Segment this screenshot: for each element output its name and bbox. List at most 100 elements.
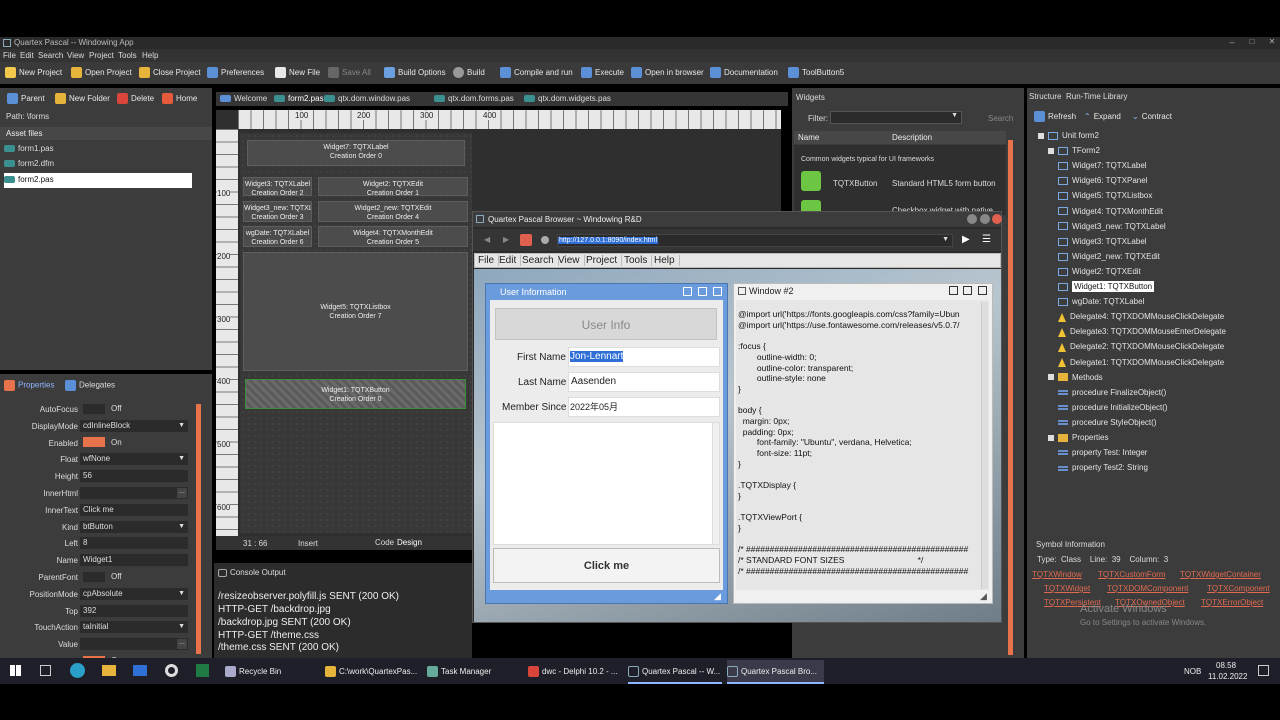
tree-item[interactable]: Widget6: TQTXPanel bbox=[1058, 174, 1147, 187]
expand-toggle-icon[interactable] bbox=[1038, 132, 1044, 139]
property-row[interactable]: PositionMode cpAbsolute ▼ bbox=[0, 587, 196, 602]
back-icon[interactable]: ◀ bbox=[484, 235, 490, 244]
stop-icon[interactable] bbox=[541, 236, 549, 244]
design-widget[interactable]: wgDate: TQTXLabel Creation Order 6 bbox=[243, 226, 312, 247]
task-view-icon[interactable] bbox=[40, 665, 51, 676]
tree-item[interactable]: Unit form2 bbox=[1038, 129, 1099, 142]
asset-file-item[interactable]: form1.pas bbox=[4, 144, 192, 157]
property-row[interactable]: Top 392 bbox=[0, 604, 196, 619]
reload-icon[interactable] bbox=[520, 234, 532, 246]
close-icon[interactable] bbox=[992, 214, 1002, 224]
maximize-icon[interactable] bbox=[980, 214, 990, 224]
property-value[interactable]: Off bbox=[80, 571, 188, 583]
property-row[interactable]: ParentFont Off bbox=[0, 570, 196, 585]
excel-icon[interactable] bbox=[196, 664, 209, 677]
symbol-link[interactable]: TQTXCustomForm bbox=[1098, 570, 1166, 579]
menu-search[interactable]: Search bbox=[38, 51, 63, 60]
expand-toggle-icon[interactable] bbox=[1048, 147, 1054, 154]
browser-menu-tools[interactable]: Tools bbox=[624, 255, 653, 266]
symbol-link[interactable]: TQTXWindow bbox=[1032, 570, 1082, 579]
toggle-switch[interactable] bbox=[83, 403, 105, 414]
tree-item[interactable]: procedure FinalizeObject() bbox=[1058, 386, 1166, 399]
click-me-button[interactable]: Click me bbox=[493, 548, 720, 583]
tree-item[interactable]: Widget5: TQTXListbox bbox=[1058, 189, 1152, 202]
browser-menu-help[interactable]: Help bbox=[654, 255, 680, 266]
tab-qtx-dom-widgets-pas[interactable]: qtx.dom.widgets.pas bbox=[524, 94, 611, 103]
resize-grip-icon[interactable]: ◢ bbox=[714, 591, 721, 602]
search-label[interactable]: Search bbox=[988, 114, 1013, 123]
restore-icon[interactable] bbox=[713, 287, 722, 296]
property-row[interactable]: Name Widget1 bbox=[0, 553, 196, 568]
design-widget[interactable]: Widget3: TQTXLabel Creation Order 2 bbox=[243, 177, 312, 197]
tree-item[interactable]: Delegate2: TQTXDOMMouseClickDelegate bbox=[1058, 340, 1224, 353]
property-row[interactable]: Height 56 bbox=[0, 469, 196, 484]
first-name-field[interactable]: Jon-Lennart bbox=[568, 347, 720, 367]
property-value[interactable]: ... bbox=[80, 487, 188, 499]
widget-list-item[interactable]: TQTXButton Standard HTML5 form button bbox=[801, 171, 1001, 193]
property-value[interactable]: Widget1 bbox=[80, 554, 188, 567]
property-row[interactable]: DisplayMode cdInlineBlock ▼ bbox=[0, 419, 196, 434]
code-scrollbar[interactable] bbox=[981, 302, 988, 589]
contract-button[interactable]: ⌄ Contract bbox=[1132, 110, 1172, 124]
tree-item[interactable]: Widget4: TQTXMonthEdit bbox=[1058, 205, 1163, 218]
url-input[interactable]: http://127.0.0.1:8090/index.html ▼ bbox=[557, 234, 953, 247]
tab-welcome[interactable]: Welcome bbox=[220, 94, 267, 103]
symbol-link[interactable]: TQTXDOMComponent bbox=[1107, 584, 1188, 593]
tab-properties[interactable]: Properties bbox=[4, 380, 54, 391]
form-lock-icon[interactable] bbox=[683, 287, 692, 296]
maximize-icon[interactable]: □ bbox=[1246, 37, 1258, 49]
property-row[interactable]: InnerText Click me bbox=[0, 503, 196, 518]
go-icon[interactable]: ▶ bbox=[962, 234, 970, 245]
member-since-field[interactable]: 2022年05月 bbox=[568, 397, 720, 417]
symbol-link[interactable]: TQTXWidget bbox=[1044, 584, 1090, 593]
asset-file-item[interactable]: form2.dfm bbox=[4, 159, 192, 172]
tree-item[interactable]: Methods bbox=[1048, 371, 1103, 384]
tree-item[interactable]: Delegate1: TQTXDOMMouseClickDelegate bbox=[1058, 356, 1224, 369]
property-row[interactable]: Value... bbox=[0, 637, 196, 652]
home-button[interactable]: Home bbox=[162, 92, 197, 106]
property-row[interactable]: Left 8 bbox=[0, 536, 196, 551]
tab-delegates[interactable]: Delegates bbox=[65, 380, 115, 391]
save-all-button[interactable]: Save All bbox=[328, 66, 371, 80]
toggle-switch[interactable] bbox=[83, 571, 105, 582]
tree-item[interactable]: Widget1: TQTXButton bbox=[1058, 280, 1155, 293]
documentation-button[interactable]: Documentation bbox=[710, 66, 778, 80]
property-value[interactable]: wfNone ▼ bbox=[80, 453, 188, 466]
design-widget-selected[interactable]: Widget1: TQTXButton Creation Order 0 bbox=[245, 379, 466, 409]
taskbar-app[interactable]: Quartex Pascal -- W... bbox=[628, 660, 722, 684]
tab-form2-pas[interactable]: form2.pas bbox=[274, 94, 324, 103]
toolbutton5-button[interactable]: ToolButton5 bbox=[788, 66, 844, 80]
form-lock-icon[interactable] bbox=[949, 286, 958, 295]
open-browser-button[interactable]: Open in browser bbox=[631, 66, 704, 80]
last-name-field[interactable]: Aasenden bbox=[568, 372, 720, 392]
expand-toggle-icon[interactable] bbox=[1048, 374, 1054, 381]
windows-start-icon[interactable] bbox=[10, 665, 21, 676]
property-row[interactable]: Kind btButton ▼ bbox=[0, 520, 196, 535]
mail-icon[interactable] bbox=[133, 665, 147, 676]
build-button[interactable]: Build bbox=[453, 66, 485, 80]
listbox-scrollbar[interactable] bbox=[712, 423, 719, 544]
property-row[interactable]: Float wfNone ▼ bbox=[0, 452, 196, 467]
refresh-button[interactable]: Refresh bbox=[1034, 110, 1076, 124]
forward-icon[interactable]: ▶ bbox=[503, 235, 509, 244]
tree-item[interactable]: Widget2_new: TQTXEdit bbox=[1058, 250, 1160, 263]
tree-item[interactable]: procedure StyleObject() bbox=[1058, 416, 1156, 429]
symbol-link[interactable]: TQTXComponent bbox=[1207, 584, 1270, 593]
maximize-icon[interactable] bbox=[963, 286, 972, 295]
widgets-panel-scrollbar[interactable] bbox=[1008, 140, 1013, 655]
taskbar-app[interactable]: C:\work\QuartexPas... bbox=[325, 660, 419, 684]
tab-runtime-library[interactable]: Run-Time Library bbox=[1066, 92, 1128, 101]
tree-item[interactable]: Widget7: TQTXLabel bbox=[1058, 159, 1147, 172]
property-value[interactable]: taInitial ▼ bbox=[80, 621, 188, 634]
tree-item[interactable]: Widget3: TQTXLabel bbox=[1058, 235, 1147, 248]
menu-tools[interactable]: Tools bbox=[118, 51, 137, 60]
clock-date[interactable]: 11.02.2022 bbox=[1208, 672, 1247, 681]
tree-item[interactable]: Widget2: TQTXEdit bbox=[1058, 265, 1141, 278]
design-widget[interactable]: Widget4: TQTXMonthEdit Creation Order 5 bbox=[318, 226, 468, 247]
edge-icon[interactable] bbox=[70, 663, 85, 678]
property-value[interactable]: ... bbox=[80, 638, 188, 651]
tab-code[interactable]: Code bbox=[375, 538, 394, 547]
tree-item[interactable]: TForm2 bbox=[1048, 144, 1100, 157]
property-value[interactable]: cdInlineBlock ▼ bbox=[80, 419, 188, 432]
parent-button[interactable]: Parent bbox=[7, 92, 45, 106]
